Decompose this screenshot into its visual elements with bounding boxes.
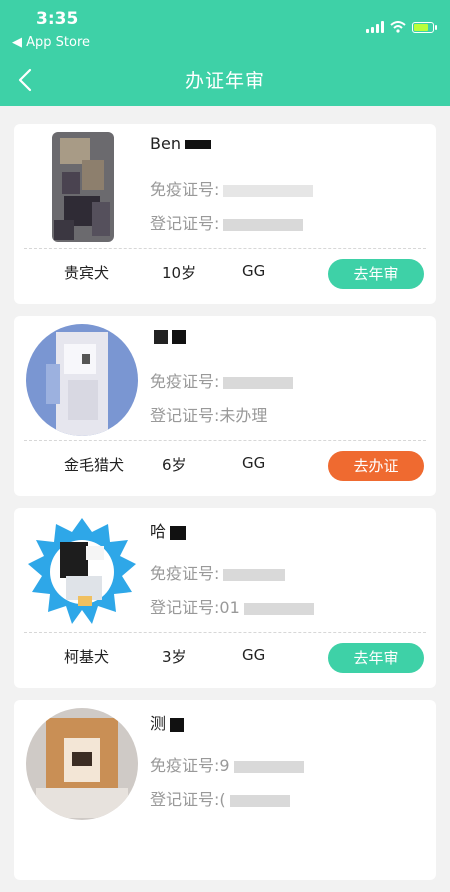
pet-breed: 贵宾犬 [64,264,110,282]
pet-gender: GG [242,262,266,280]
pet-age: 6岁 [162,456,187,474]
registration-number: 登记证号:( [150,786,290,810]
status-time: 3:35 [36,9,79,29]
pet-breed: 柯基犬 [64,648,110,666]
divider [24,248,426,249]
vaccine-number: 免疫证号: [150,560,286,584]
apply-license-button[interactable]: 去办证 [328,451,424,481]
pet-age: 3岁 [162,648,187,666]
pet-name [150,326,186,345]
status-icons [366,20,437,34]
pet-card[interactable]: Ben 免疫证号: 登记证号: 贵宾犬 10岁 GG 去年审 [14,124,436,304]
pet-avatar [26,516,138,628]
back-to-app-store-link[interactable]: ◀ App Store [12,35,90,50]
pet-card[interactable]: 测 免疫证号:9 登记证号:( [14,700,436,880]
registration-number: 登记证号: [150,210,304,234]
vaccine-number: 免疫证号: [150,368,294,392]
pet-card[interactable]: 免疫证号: 登记证号:未办理 金毛猎犬 6岁 GG 去办证 [14,316,436,496]
pet-gender: GG [242,454,266,472]
registration-number: 登记证号:01 [150,594,314,618]
wifi-icon [390,21,406,33]
pet-avatar [52,132,114,242]
divider [24,632,426,633]
vaccine-number: 免疫证号:9 [150,752,304,776]
signal-icon [366,21,384,33]
pet-avatar [26,708,138,820]
vaccine-number: 免疫证号: [150,176,314,200]
pet-avatar [26,324,138,436]
page-title: 办证年审 [184,70,265,92]
pet-gender: GG [242,646,266,664]
registration-number: 登记证号:未办理 [150,406,268,425]
pet-age: 10岁 [162,264,197,282]
pet-card[interactable]: 哈 免疫证号: 登记证号:01 柯基犬 3岁 GG 去年审 [14,508,436,688]
pet-name: 测 [150,710,185,734]
annual-review-button[interactable]: 去年审 [328,259,424,289]
header: 3:35 ◀ App Store 办证年审 [0,0,450,106]
pet-name: 哈 [150,518,187,542]
divider [24,440,426,441]
pet-breed: 金毛猎犬 [64,456,125,474]
pet-name: Ben [150,134,211,153]
annual-review-button[interactable]: 去年审 [328,643,424,673]
pet-card-list: Ben 免疫证号: 登记证号: 贵宾犬 10岁 GG 去年审 免疫证号: 登记证… [14,124,436,892]
battery-icon [412,21,437,33]
